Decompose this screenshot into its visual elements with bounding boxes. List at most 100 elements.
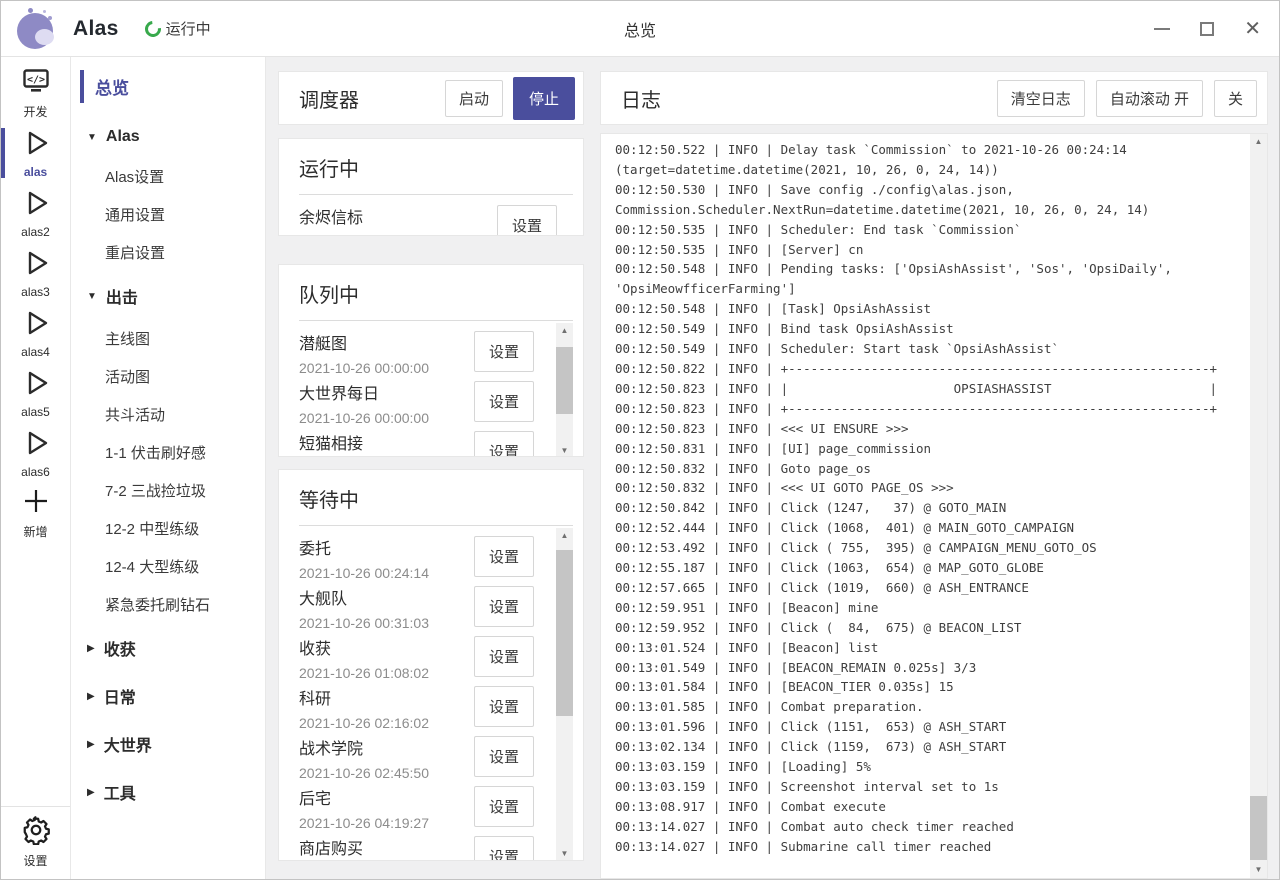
- log-line: Commission.Scheduler.NextRun=datetime.da…: [615, 200, 1250, 220]
- menu-item-主线图[interactable]: 主线图: [71, 320, 265, 358]
- rail-item-label: alas5: [21, 405, 50, 419]
- log-line: 00:12:50.548 | INFO | [Task] OpsiAshAssi…: [615, 299, 1250, 319]
- group-body: 余烬信标2021-10-26 00:00:00设置: [299, 197, 573, 236]
- autoscroll-toggle-button[interactable]: 自动滚动 开: [1096, 80, 1203, 117]
- close-icon[interactable]: ✕: [1244, 19, 1261, 39]
- task-group-等待中: 等待中委托2021-10-26 00:24:14设置大舰队2021-10-26 …: [278, 469, 584, 861]
- rail-item-alas6[interactable]: alas6: [1, 423, 70, 483]
- log-line: 00:13:03.159 | INFO | [Loading] 5%: [615, 757, 1250, 777]
- group-title: 运行中: [299, 153, 569, 182]
- task-list: 委托2021-10-26 00:24:14设置大舰队2021-10-26 00:…: [299, 528, 550, 861]
- task-setting-button[interactable]: 设置: [474, 536, 534, 577]
- task-row: 余烬信标2021-10-26 00:00:00设置: [299, 201, 573, 236]
- rail-item-新增[interactable]: 新增: [1, 483, 70, 543]
- menu-item-活动图[interactable]: 活动图: [71, 358, 265, 396]
- rail-item-alas[interactable]: alas: [1, 123, 70, 183]
- clear-log-button[interactable]: 清空日志: [997, 80, 1085, 117]
- scroll-down-icon[interactable]: ▼: [556, 846, 573, 861]
- group-title: 等待中: [299, 484, 569, 513]
- scroll-up-icon[interactable]: ▲: [1250, 134, 1267, 150]
- settings-label: 设置: [23, 852, 47, 869]
- log-line: 00:12:50.530 | INFO | Save config ./conf…: [615, 180, 1250, 200]
- rail-item-alas3[interactable]: alas3: [1, 243, 70, 303]
- rail-item-alas4[interactable]: alas4: [1, 303, 70, 363]
- rail-item-alas2[interactable]: alas2: [1, 183, 70, 243]
- task-list: 余烬信标2021-10-26 00:00:00设置: [299, 197, 573, 236]
- task-setting-button[interactable]: 设置: [474, 431, 534, 457]
- log-scrollbar-track[interactable]: [1250, 150, 1267, 862]
- menu-item-1-1 伏击刷好感[interactable]: 1-1 伏击刷好感: [71, 434, 265, 472]
- scrollbar-thumb[interactable]: [556, 550, 573, 716]
- main-content: 调度器 启动 停止 运行中余烬信标2021-10-26 00:00:00设置队列…: [266, 57, 1279, 879]
- chevron-right-icon: ▶: [87, 643, 95, 654]
- start-button[interactable]: 启动: [445, 80, 503, 117]
- log-line: 00:12:50.832 | INFO | <<< UI GOTO PAGE_O…: [615, 478, 1250, 498]
- task-setting-button[interactable]: 设置: [474, 586, 534, 627]
- rail-item-settings[interactable]: 设置: [1, 806, 70, 879]
- task-setting-button[interactable]: 设置: [474, 636, 534, 677]
- group-title-wrap: 队列中: [299, 277, 573, 321]
- status-label: 运行中: [166, 18, 211, 39]
- menu-item-12-4 大型练级[interactable]: 12-4 大型练级: [71, 548, 265, 586]
- menu-item-overview[interactable]: 总览: [71, 67, 265, 106]
- scrollbar-track[interactable]: [556, 544, 573, 846]
- log-line: 00:13:01.585 | INFO | Combat preparation…: [615, 697, 1250, 717]
- log-line: 00:13:01.584 | INFO | [BEACON_TIER 0.035…: [615, 677, 1250, 697]
- scheduler-title: 调度器: [299, 84, 445, 113]
- log-line: 'OpsiMeowfficerFarming']: [615, 279, 1250, 299]
- task-setting-button[interactable]: 设置: [474, 836, 534, 861]
- task-row: 大舰队2021-10-26 00:31:03设置: [299, 582, 550, 632]
- menu-section-日常[interactable]: ▶日常: [71, 672, 265, 720]
- task-setting-button[interactable]: 设置: [474, 381, 534, 422]
- code-monitor-icon: </>: [21, 66, 51, 101]
- menu-item-通用设置[interactable]: 通用设置: [71, 196, 265, 234]
- scrollbar-thumb[interactable]: [556, 347, 573, 414]
- list-scrollbar[interactable]: ▲▼: [556, 528, 573, 861]
- log-scrollbar[interactable]: ▲ ▼: [1250, 134, 1267, 878]
- scrollbar-track[interactable]: [556, 339, 573, 443]
- task-list: 潜艇图2021-10-26 00:00:00设置大世界每日2021-10-26 …: [299, 323, 550, 457]
- scroll-down-icon[interactable]: ▼: [1250, 862, 1267, 878]
- log-line: 00:12:50.831 | INFO | [UI] page_commissi…: [615, 439, 1250, 459]
- menu-item-重启设置[interactable]: 重启设置: [71, 234, 265, 272]
- menu-item-12-2 中型练级[interactable]: 12-2 中型练级: [71, 510, 265, 548]
- menu-section-工具[interactable]: ▶工具: [71, 768, 265, 816]
- task-row: 商店购买设置: [299, 832, 550, 861]
- log-line: 00:12:50.535 | INFO | Scheduler: End tas…: [615, 220, 1250, 240]
- task-setting-button[interactable]: 设置: [474, 331, 534, 372]
- rail-item-alas5[interactable]: alas5: [1, 363, 70, 423]
- task-row: 后宅2021-10-26 04:19:27设置: [299, 782, 550, 832]
- scroll-down-icon[interactable]: ▼: [556, 443, 573, 457]
- list-scrollbar[interactable]: ▲▼: [556, 323, 573, 457]
- menu-section-大世界[interactable]: ▶大世界: [71, 720, 265, 768]
- log-line: 00:12:50.823 | INFO | <<< UI ENSURE >>>: [615, 419, 1250, 439]
- task-setting-button[interactable]: 设置: [497, 205, 557, 236]
- profile-rail-items: </>开发 alas alas2alas3alas4 alas5 alas6新增: [1, 63, 70, 806]
- app-window: Alas 运行中 总览 ✕ </>开发alasalas2alas3alas4al…: [0, 0, 1280, 880]
- scroll-off-button[interactable]: 关: [1214, 80, 1257, 117]
- menu-item-共斗活动[interactable]: 共斗活动: [71, 396, 265, 434]
- menu-item-Alas设置[interactable]: Alas设置: [71, 158, 265, 196]
- stop-button[interactable]: 停止: [513, 77, 575, 120]
- log-scrollbar-thumb[interactable]: [1250, 796, 1267, 860]
- task-row: 潜艇图2021-10-26 00:00:00设置: [299, 327, 550, 377]
- profile-rail: </>开发 alas alas2alas3alas4 alas5 alas6新增 设置: [1, 57, 71, 879]
- scroll-up-icon[interactable]: ▲: [556, 528, 573, 544]
- play-icon: [21, 428, 51, 463]
- rail-item-开发[interactable]: </>开发: [1, 63, 70, 123]
- task-setting-button[interactable]: 设置: [474, 686, 534, 727]
- group-title: 队列中: [299, 279, 569, 308]
- scroll-up-icon[interactable]: ▲: [556, 323, 573, 339]
- menu-section-出击[interactable]: ▼出击: [71, 272, 265, 320]
- menu-item-7-2 三战捡垃圾[interactable]: 7-2 三战捡垃圾: [71, 472, 265, 510]
- chevron-down-icon: ▼: [87, 291, 97, 302]
- task-setting-button[interactable]: 设置: [474, 736, 534, 777]
- menu-item-紧急委托刷钻石[interactable]: 紧急委托刷钻石: [71, 586, 265, 624]
- task-setting-button[interactable]: 设置: [474, 786, 534, 827]
- menu-section-Alas[interactable]: ▼Alas: [71, 116, 265, 158]
- maximize-icon[interactable]: [1200, 22, 1214, 36]
- menu-section-收获[interactable]: ▶收获: [71, 624, 265, 672]
- chevron-right-icon: ▶: [87, 691, 95, 702]
- minimize-icon[interactable]: [1154, 28, 1170, 30]
- rail-item-label: alas: [24, 165, 47, 179]
